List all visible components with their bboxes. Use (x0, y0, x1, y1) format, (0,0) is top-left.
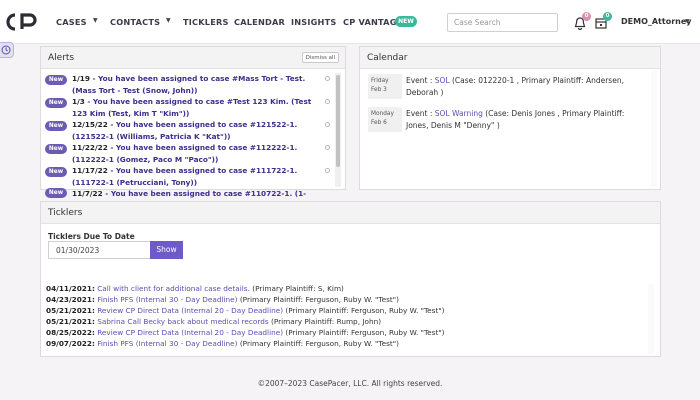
nav-cases[interactable]: CASES (56, 17, 87, 27)
alerts-title: Alerts (48, 53, 75, 63)
event-date: Friday Feb 3 (368, 74, 402, 99)
scroll-thumb[interactable] (336, 75, 340, 167)
top-navbar: CASES ▼ CONTACTS ▼ TICKLERS CALENDAR INS… (0, 0, 700, 44)
list-item[interactable]: 09/07/2022: Finish PFS (Internal 30 - Da… (46, 338, 646, 349)
sidebar-toggle[interactable] (0, 42, 14, 58)
list-item[interactable]: 04/11/2021: Call with client for additio… (46, 283, 646, 294)
mark-read-icon[interactable] (325, 168, 330, 173)
new-badge: New (45, 144, 67, 154)
calendar-panel: Calendar Friday Feb 3 Event : SOL (Case:… (359, 46, 661, 190)
new-pill: NEW (395, 16, 417, 27)
list-item[interactable]: 04/23/2021: Finish PFS (Internal 30 - Da… (46, 294, 646, 305)
footer-copyright: ©2007–2023 CasePacer, LLC. All rights re… (257, 379, 443, 388)
alerts-header: Alerts Dismiss all (41, 47, 345, 69)
show-button[interactable]: Show (150, 241, 183, 259)
event-text[interactable]: Event : SOL Warning (Case: Denis Jones ,… (406, 108, 646, 131)
chevron-down-icon[interactable]: ▼ (93, 17, 98, 24)
alert-text[interactable]: 1/19 - You have been assigned to case #M… (72, 73, 312, 96)
ticklers-scrollbar[interactable] (648, 284, 654, 354)
list-item[interactable]: New 11/7/22 - You have been assigned to … (45, 188, 335, 199)
chevron-down-icon[interactable]: ▼ (166, 17, 171, 24)
nav-cp-vantage[interactable]: CP VANTAGE (343, 17, 402, 27)
ticklers-title: Ticklers (48, 208, 83, 218)
dismiss-all-button[interactable]: Dismiss all (301, 52, 339, 63)
nav-contacts[interactable]: CONTACTS (110, 17, 160, 27)
notification-count-badge: 0 (582, 12, 591, 21)
mark-read-icon[interactable] (325, 99, 330, 104)
clock-icon (1, 45, 11, 55)
new-badge: New (45, 188, 67, 198)
nav-ticklers[interactable]: TICKLERS (183, 17, 229, 27)
new-badge: New (45, 75, 67, 85)
mark-read-icon[interactable] (325, 76, 330, 81)
tickler-link[interactable]: Finish PFS (Internal 30 - Day Deadline) (95, 339, 237, 348)
alert-text[interactable]: 1/3 - You have been assigned to case #Te… (72, 96, 312, 119)
ticklers-due-label: Ticklers Due To Date (48, 232, 135, 241)
calendar-scrollbar[interactable] (651, 71, 657, 187)
new-badge: New (45, 121, 67, 131)
mark-read-icon[interactable] (325, 145, 330, 150)
event-text[interactable]: Event : SOL (Case: 012220-1 , Primary Pl… (406, 75, 646, 98)
list-item[interactable]: 05/21/2021: Review CP Direct Data (Inter… (46, 305, 646, 316)
tickler-link[interactable]: Review CP Direct Data (Internal 20 - Day… (95, 328, 283, 337)
nav-insights[interactable]: INSIGHTS (291, 17, 337, 27)
event-date: Monday Feb 6 (368, 107, 402, 132)
tickler-link[interactable]: Review CP Direct Data (Internal 20 - Day… (95, 306, 283, 315)
mark-read-icon[interactable] (325, 122, 330, 127)
user-menu[interactable]: DEMO_Attorney (621, 17, 691, 26)
alerts-panel: Alerts Dismiss all New 1/19 - You have b… (40, 46, 346, 198)
alert-text[interactable]: 11/7/22 - You have been assigned to case… (72, 188, 312, 199)
due-date-input[interactable] (48, 241, 151, 259)
alert-text[interactable]: 11/17/22 - You have been assigned to cas… (72, 165, 312, 188)
list-item[interactable]: 05/21/2021: Sabrina Call Becky back abou… (46, 316, 646, 327)
calendar-title: Calendar (367, 53, 408, 63)
ticklers-header: Ticklers (41, 202, 660, 224)
calendar-header: Calendar (360, 47, 660, 69)
chevron-down-icon[interactable]: ▼ (685, 18, 690, 25)
casepacer-logo[interactable] (6, 12, 44, 32)
alert-text[interactable]: 11/22/22 - You have been assigned to cas… (72, 142, 312, 165)
alerts-scrollbar[interactable] (335, 73, 341, 187)
list-item[interactable]: 08/25/2022: Review CP Direct Data (Inter… (46, 327, 646, 338)
tickler-link[interactable]: Call with client for additional case det… (95, 284, 250, 293)
case-search-input[interactable] (447, 13, 558, 32)
alert-text[interactable]: 12/15/22 - You have been assigned to cas… (72, 119, 312, 142)
event-type-link[interactable]: SOL Warning (435, 109, 483, 118)
new-badge: New (45, 98, 67, 108)
new-badge: New (45, 167, 67, 177)
calendar-count-badge: 0 (603, 12, 612, 21)
tickler-link[interactable]: Finish PFS (Internal 30 - Day Deadline) (95, 295, 237, 304)
tickler-link[interactable]: Sabrina Call Becky back about medical re… (95, 317, 268, 326)
nav-calendar[interactable]: CALENDAR (234, 17, 285, 27)
event-type-link[interactable]: SOL (435, 76, 450, 85)
